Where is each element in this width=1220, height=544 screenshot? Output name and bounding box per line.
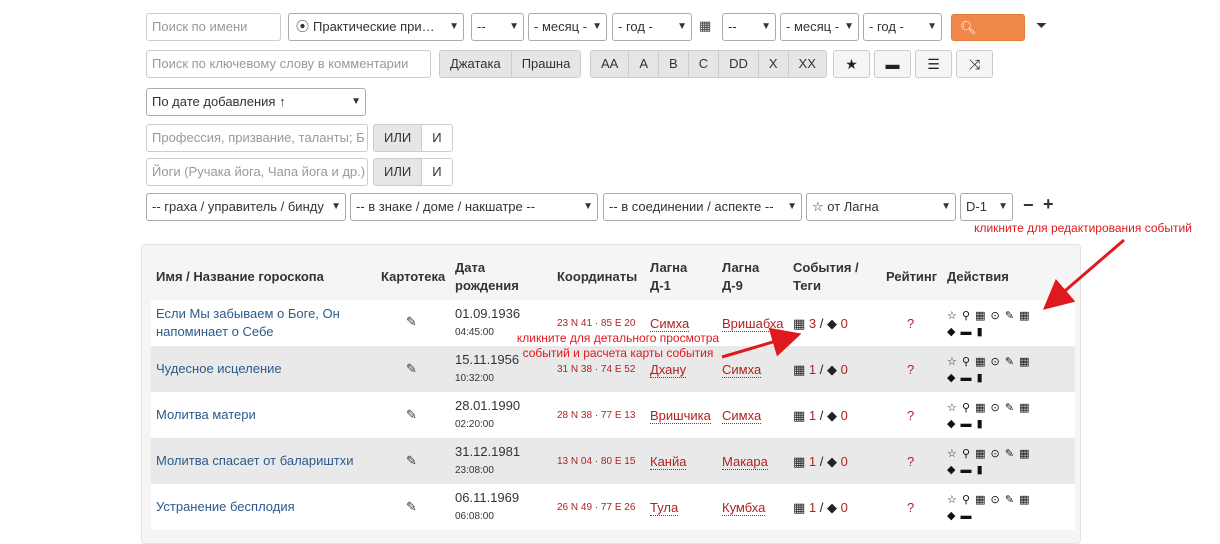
annotation-arrows [721,238,1125,359]
view-arrow [721,327,802,359]
edit-arrow [1042,238,1125,310]
